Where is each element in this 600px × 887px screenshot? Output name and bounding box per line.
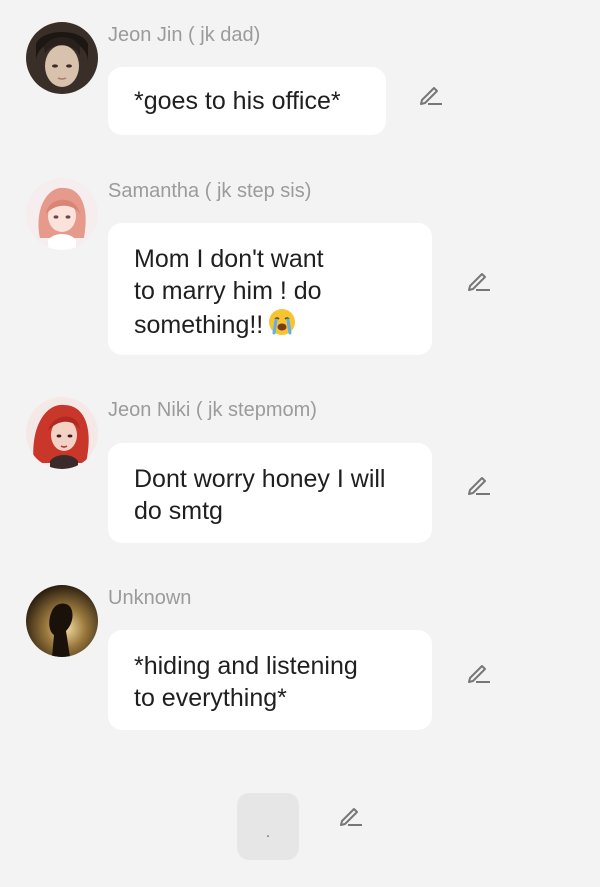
message-text: to everything* xyxy=(134,684,287,712)
pencil-edit-icon[interactable] xyxy=(464,266,492,294)
message-text: *goes to his office* xyxy=(134,87,341,115)
message-text: do smtg xyxy=(134,497,223,525)
pencil-edit-icon[interactable] xyxy=(464,470,492,498)
message-text: Dont worry honey I will xyxy=(134,465,386,493)
pending-message-text: . xyxy=(265,824,271,841)
message-bubble[interactable]: *hiding and listening to everything* xyxy=(108,630,432,730)
dark-haired-man-avatar[interactable] xyxy=(26,22,98,94)
sender-name: Jeon Jin ( jk dad) xyxy=(108,24,261,46)
sender-name: Samantha ( jk step sis) xyxy=(108,180,312,202)
pencil-edit-icon[interactable] xyxy=(464,658,492,686)
pink-haired-girl-avatar[interactable] xyxy=(26,178,98,250)
message-bubble[interactable]: *goes to his office* xyxy=(108,67,386,135)
pencil-edit-icon[interactable] xyxy=(416,80,444,108)
pending-message-bubble[interactable]: . xyxy=(237,793,299,860)
sender-name: Unknown xyxy=(108,587,192,609)
message-bubble[interactable]: Dont worry honey I will do smtg xyxy=(108,443,432,543)
pencil-edit-icon[interactable] xyxy=(336,801,364,829)
message-text: *hiding and listening xyxy=(134,652,358,680)
message-bubble[interactable]: Mom I don't want to marry him ! do somet… xyxy=(108,223,432,355)
sender-name: Jeon Niki ( jk stepmom) xyxy=(108,399,317,421)
red-haired-woman-avatar[interactable] xyxy=(26,397,98,469)
message-text: to marry him ! do xyxy=(134,277,322,305)
loudly-crying-face-icon xyxy=(267,307,297,345)
message-text: Mom I don't want xyxy=(134,245,324,273)
silhouette-avatar[interactable] xyxy=(26,585,98,657)
message-text: something!! xyxy=(134,311,264,339)
message-text-with-emoji: something!! xyxy=(134,307,406,345)
